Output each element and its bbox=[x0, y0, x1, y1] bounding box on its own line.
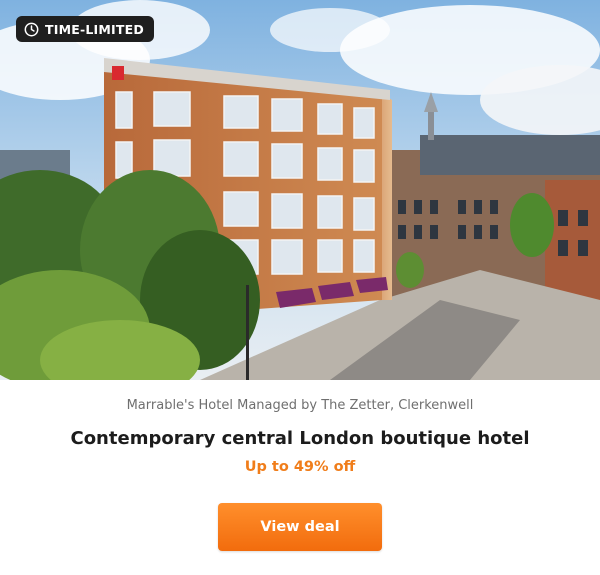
time-limited-badge: TIME-LIMITED bbox=[16, 16, 154, 42]
hotel-building-illustration bbox=[0, 0, 600, 380]
deal-card[interactable]: TIME-LIMITED Marrable's Hotel Managed by… bbox=[0, 0, 600, 575]
view-deal-button[interactable]: View deal bbox=[218, 503, 382, 551]
discount-text: Up to 49% off bbox=[244, 459, 356, 475]
hotel-name: Marrable's Hotel Managed by The Zetter, … bbox=[126, 398, 474, 413]
deal-headline: Contemporary central London boutique hot… bbox=[70, 428, 530, 449]
hotel-photo[interactable]: TIME-LIMITED bbox=[0, 0, 600, 380]
badge-label: TIME-LIMITED bbox=[45, 21, 144, 37]
clock-icon bbox=[24, 22, 39, 36]
